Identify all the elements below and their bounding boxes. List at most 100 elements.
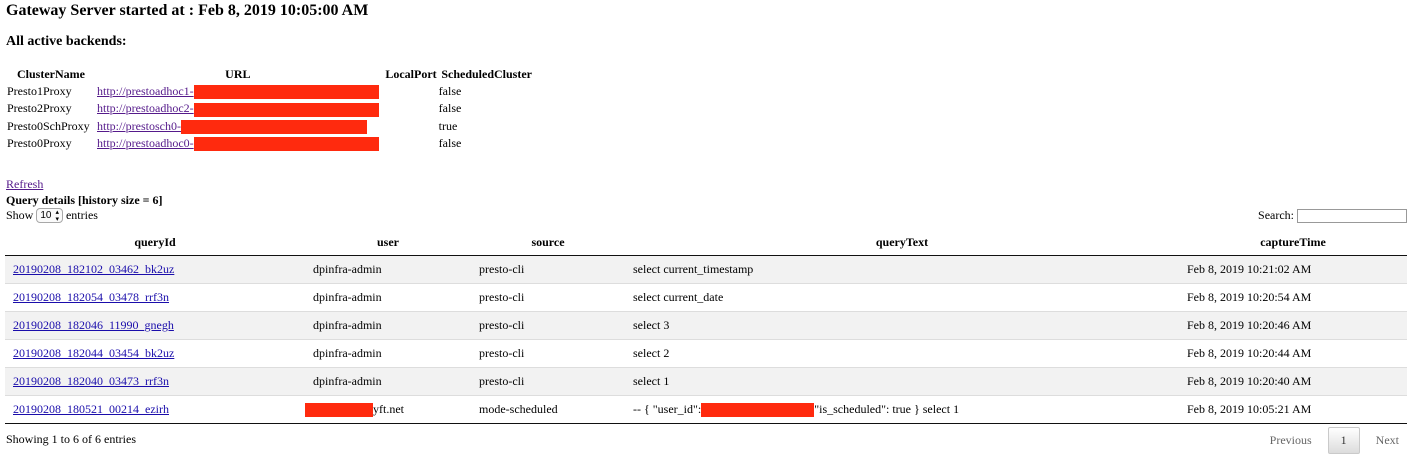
user-suffix: yft.net — [373, 401, 404, 416]
col-query-id[interactable]: queryId — [5, 229, 305, 256]
backend-local-port — [380, 118, 438, 135]
capture-time-cell: Feb 8, 2019 10:21:02 AM — [1179, 255, 1407, 284]
query-id-cell: 20190208_180521_00214_ezirh — [5, 395, 305, 424]
backend-url-link[interactable]: http://prestosch0- — [97, 119, 181, 133]
backend-local-port — [380, 100, 438, 117]
backend-local-port — [380, 135, 438, 152]
page-length-control: Show 10 ▴ ▾ entries — [6, 208, 98, 223]
backend-scheduled: false — [438, 84, 462, 99]
redacted-block — [701, 403, 815, 418]
page-size-value: 10 — [40, 210, 52, 221]
redacted-block — [193, 85, 379, 100]
user-cell: dpinfra-admin — [305, 339, 471, 368]
redacted-block — [181, 119, 367, 134]
user-cell: dpinfra-admin — [305, 255, 471, 284]
backend-row: Presto2Proxy http://prestoadhoc2- false — [6, 100, 536, 117]
source-cell: presto-cli — [471, 311, 625, 340]
col-user[interactable]: user — [305, 229, 471, 256]
query-header-row: queryId user source queryText captureTim… — [5, 229, 1407, 256]
user-cell: dpinfra-admin — [305, 367, 471, 396]
table-row: 20190208_180521_00214_ezirh yft.net mode… — [5, 395, 1407, 424]
query-id-cell: 20190208_182102_03462_bk2uz — [5, 255, 305, 284]
backend-row: Presto0SchProxy http://prestosch0- true — [6, 118, 536, 135]
col-url: URL — [225, 67, 251, 81]
col-capture-time[interactable]: captureTime — [1179, 229, 1407, 256]
capture-time-cell: Feb 8, 2019 10:05:21 AM — [1179, 395, 1407, 424]
backend-scheduled: false — [438, 135, 462, 150]
query-id-link[interactable]: 20190208_182054_03478_rrf3n — [13, 290, 169, 304]
col-source[interactable]: source — [471, 229, 625, 256]
backend-url-cell: http://prestoadhoc0- — [96, 135, 380, 152]
query-id-cell: 20190208_182040_03473_rrf3n — [5, 367, 305, 396]
capture-time-cell: Feb 8, 2019 10:20:54 AM — [1179, 283, 1407, 312]
backend-url-link[interactable]: http://prestoadhoc2- — [97, 101, 194, 115]
capture-time-cell: Feb 8, 2019 10:20:46 AM — [1179, 311, 1407, 340]
backend-url-link[interactable]: http://prestoadhoc1- — [97, 84, 194, 98]
page-size-select[interactable]: 10 ▴ ▾ — [36, 208, 63, 223]
redacted-block — [305, 403, 373, 418]
table-row: 20190208_182102_03462_bk2uz dpinfra-admi… — [5, 255, 1407, 284]
backend-url-cell: http://prestosch0- — [96, 118, 380, 135]
backend-url-cell: http://prestoadhoc2- — [96, 100, 380, 117]
backend-name: Presto0Proxy — [7, 135, 72, 150]
query-id-link[interactable]: 20190208_182102_03462_bk2uz — [13, 262, 174, 276]
select-arrows-icon: ▴ ▾ — [55, 208, 59, 223]
backend-scheduled: false — [438, 101, 462, 116]
col-scheduled-cluster: ScheduledCluster — [441, 67, 532, 81]
query-id-cell: 20190208_182046_11990_gnegh — [5, 311, 305, 340]
query-text-cell: select current_date — [625, 283, 1179, 312]
query-id-link[interactable]: 20190208_182044_03454_bk2uz — [13, 346, 174, 360]
table-row: 20190208_182054_03478_rrf3n dpinfra-admi… — [5, 283, 1407, 312]
col-local-port: LocalPort — [385, 67, 437, 81]
source-cell: presto-cli — [471, 283, 625, 312]
query-id-cell: 20190208_182054_03478_rrf3n — [5, 283, 305, 312]
col-cluster-name: ClusterName — [17, 67, 85, 81]
query-id-cell: 20190208_182044_03454_bk2uz — [5, 339, 305, 368]
col-query-text[interactable]: queryText — [625, 229, 1179, 256]
table-info: Showing 1 to 6 of 6 entries — [6, 432, 136, 446]
query-text-prefix: -- { "user_id": — [633, 401, 702, 416]
query-text-cell: select current_timestamp — [625, 255, 1179, 284]
query-text-cell: select 3 — [625, 311, 1179, 340]
show-label: Show — [6, 208, 34, 222]
backend-row: Presto0Proxy http://prestoadhoc0- false — [6, 135, 536, 152]
query-id-link[interactable]: 20190208_182040_03473_rrf3n — [13, 374, 169, 388]
backends-heading: All active backends: — [6, 34, 127, 49]
refresh-link[interactable]: Refresh — [6, 177, 43, 192]
query-text-cell: -- { "user_id": "is_scheduled": true } se… — [625, 395, 1179, 424]
search-label: Search: — [1258, 208, 1294, 222]
backends-header-row: ClusterName URL LocalPort ScheduledClust… — [6, 66, 536, 83]
backend-name: Presto0SchProxy — [7, 118, 90, 133]
search-control: Search: — [1258, 208, 1407, 223]
backend-row: Presto1Proxy http://prestoadhoc1- false — [6, 83, 536, 100]
user-cell: yft.net — [305, 395, 471, 424]
backend-name: Presto2Proxy — [7, 101, 72, 116]
redacted-block — [193, 102, 379, 117]
query-text-suffix: "is_scheduled": true } select 1 — [814, 401, 960, 416]
source-cell: presto-cli — [471, 255, 625, 284]
user-cell: dpinfra-admin — [305, 311, 471, 340]
page-1-button[interactable]: 1 — [1327, 427, 1360, 454]
backend-name: Presto1Proxy — [7, 84, 72, 99]
query-details-title: Query details [history size = 6] — [6, 193, 163, 207]
capture-time-cell: Feb 8, 2019 10:20:40 AM — [1179, 367, 1407, 396]
query-id-link[interactable]: 20190208_182046_11990_gnegh — [13, 318, 174, 332]
page-title: Gateway Server started at : Feb 8, 2019 … — [6, 2, 369, 19]
query-table: queryId user source queryText captureTim… — [5, 229, 1407, 424]
capture-time-cell: Feb 8, 2019 10:20:44 AM — [1179, 339, 1407, 368]
backend-url-link[interactable]: http://prestoadhoc0- — [97, 136, 194, 150]
previous-button[interactable]: Previous — [1270, 433, 1312, 448]
query-text-cell: select 2 — [625, 339, 1179, 368]
backend-url-cell: http://prestoadhoc1- — [96, 83, 380, 100]
table-row: 20190208_182044_03454_bk2uz dpinfra-admi… — [5, 339, 1407, 368]
redacted-block — [193, 137, 379, 151]
backends-table: ClusterName URL LocalPort ScheduledClust… — [6, 66, 536, 152]
next-button[interactable]: Next — [1376, 433, 1399, 448]
search-input[interactable] — [1297, 208, 1407, 223]
query-text-cell: select 1 — [625, 367, 1179, 396]
query-id-link[interactable]: 20190208_180521_00214_ezirh — [13, 402, 169, 416]
table-row: 20190208_182040_03473_rrf3n dpinfra-admi… — [5, 367, 1407, 396]
pagination: Previous 1 Next — [1270, 427, 1399, 454]
backend-scheduled: true — [438, 118, 458, 133]
user-cell: dpinfra-admin — [305, 283, 471, 312]
